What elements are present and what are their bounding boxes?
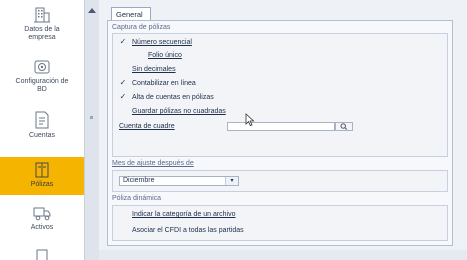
option-indicar-categoria[interactable]: Indicar la categoría de un archivo — [119, 210, 236, 220]
checkbox-unchecked[interactable] — [119, 210, 127, 218]
sidebar-item-polizas[interactable]: Pólizas — [0, 157, 84, 195]
sidebar-item-label: Cuentas — [28, 132, 56, 139]
sidebar-item-extra[interactable] — [0, 248, 84, 260]
sidebar-item-activos[interactable]: Activos — [0, 204, 84, 238]
option-alta-cuentas[interactable]: ✓ Alta de cuentas en pólizas — [119, 93, 214, 103]
collapse-arrow-icon[interactable] — [88, 8, 96, 13]
option-sin-decimales[interactable]: Sin decimales — [119, 65, 176, 75]
mes-ajuste-select[interactable]: Diciembre ▾ — [119, 176, 239, 186]
main-content: General Captura de pólizas ✓ Número secue… — [99, 0, 467, 260]
sidebar-item-datos-empresa[interactable]: Datos de la empresa — [0, 6, 84, 41]
sidebar-item-label: Activos — [30, 224, 54, 231]
cuenta-cuadre-row: Cuenta de cuadre — [119, 122, 449, 132]
database-config-icon — [34, 60, 50, 74]
accounts-document-icon — [35, 111, 49, 129]
checkbox-unchecked[interactable] — [135, 51, 143, 59]
option-contabilizar-en-linea[interactable]: ✓ Contabilizar en línea — [119, 79, 196, 89]
sidebar-item-label: Datos de la empresa — [24, 26, 60, 41]
sidebar-splitter[interactable] — [84, 0, 100, 260]
cuenta-cuadre-label: Cuenta de cuadre — [119, 123, 175, 130]
option-asociar-cfdi[interactable]: Asociar el CFDI a todas las partidas — [119, 226, 244, 236]
sidebar-item-cuentas[interactable]: Cuentas — [0, 110, 84, 144]
checkbox-checked[interactable]: ✓ — [119, 93, 127, 101]
extra-icon — [36, 249, 48, 260]
mes-ajuste-title: Mes de ajuste después de — [112, 160, 194, 167]
checkbox-unchecked[interactable] — [119, 65, 127, 73]
option-numero-secuencial[interactable]: ✓ Número secuencial — [119, 38, 192, 48]
checkbox-unchecked[interactable] — [119, 107, 127, 115]
policies-book-icon — [35, 162, 49, 178]
tab-general[interactable]: General — [111, 7, 151, 21]
cuenta-cuadre-input[interactable] — [227, 122, 335, 131]
general-panel: Captura de pólizas ✓ Número secuencial Fo… — [107, 20, 453, 246]
assets-truck-icon — [33, 207, 51, 221]
search-icon — [340, 123, 348, 130]
poliza-dinamica-title: Póliza dinámica — [112, 195, 162, 202]
poliza-dinamica-group: Indicar la categoría de un archivo Asoci… — [112, 205, 448, 241]
sidebar: Datos de la empresa Configuración de BD … — [0, 0, 84, 260]
chevron-down-icon[interactable]: ▾ — [225, 177, 238, 185]
sidebar-item-label: Pólizas — [30, 181, 54, 188]
option-folio-unico[interactable]: Folio único — [135, 51, 182, 61]
mes-ajuste-group: Diciembre ▾ — [112, 170, 448, 192]
mouse-cursor-icon — [245, 113, 255, 127]
option-guardar-no-cuadradas[interactable]: Guardar pólizas no cuadradas — [119, 107, 226, 117]
sidebar-item-configuracion-bd[interactable]: Configuración de BD — [0, 58, 84, 102]
captura-group-title: Captura de pólizas — [112, 24, 171, 31]
checkbox-unchecked[interactable] — [119, 226, 127, 234]
splitter-grip[interactable] — [90, 116, 93, 119]
checkbox-checked[interactable]: ✓ — [119, 79, 127, 87]
building-icon — [34, 7, 50, 23]
sidebar-item-label: Configuración de BD — [15, 78, 69, 93]
bottom-area — [99, 250, 467, 260]
captura-group: ✓ Número secuencial Folio único Sin decim… — [112, 33, 448, 157]
search-button[interactable] — [335, 122, 353, 131]
checkbox-checked[interactable]: ✓ — [119, 38, 127, 46]
